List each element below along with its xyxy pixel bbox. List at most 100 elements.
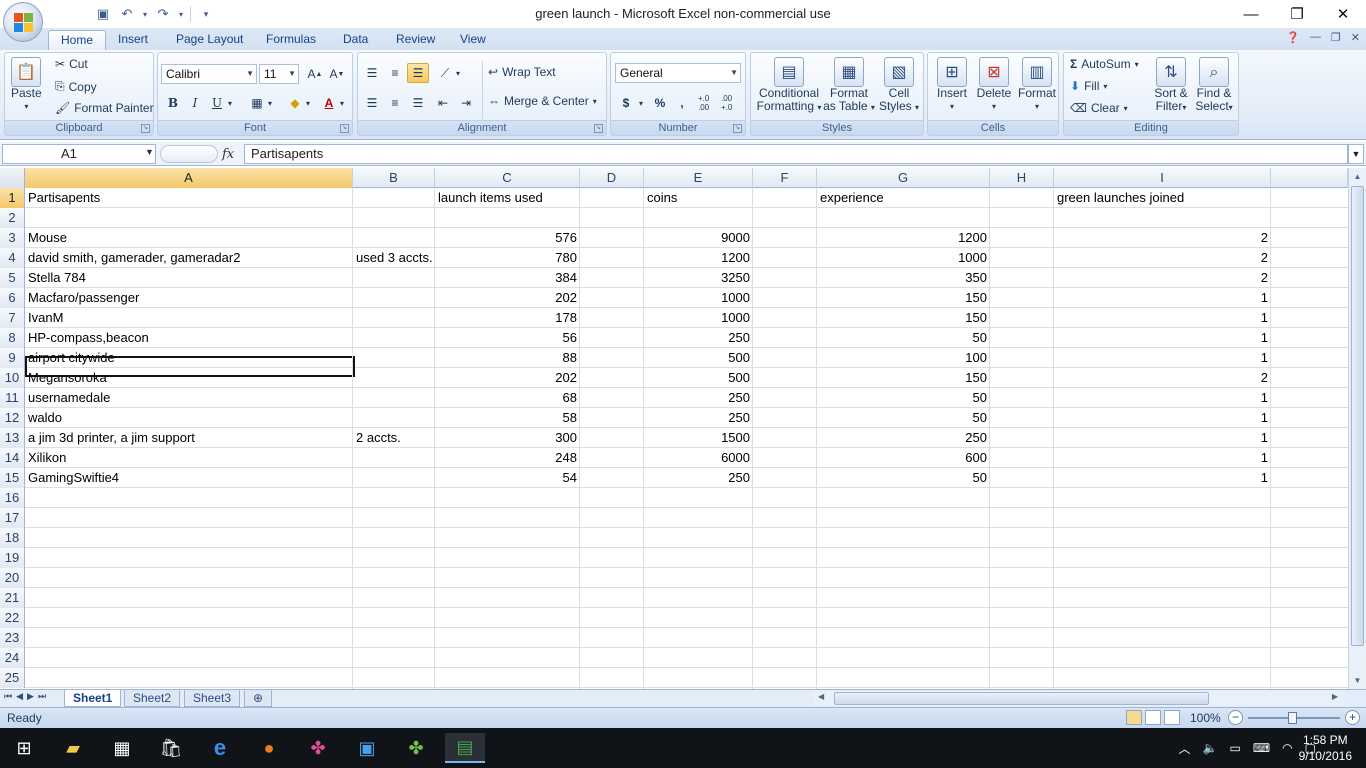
cell-a8[interactable]: HP-compass,beacon bbox=[25, 328, 353, 348]
cell-c1[interactable]: launch items used bbox=[435, 188, 580, 208]
fill-button[interactable]: ⬇ Fill ▾ bbox=[1070, 79, 1107, 93]
tab-data[interactable]: Data bbox=[331, 30, 380, 50]
cell-i6[interactable]: 1 bbox=[1054, 288, 1271, 308]
cell-c6[interactable]: 202 bbox=[435, 288, 580, 308]
fill-color-dropdown-icon[interactable]: ▾ bbox=[302, 93, 314, 113]
decrease-indent-icon[interactable]: ⇤ bbox=[432, 93, 454, 113]
borders-dropdown-icon[interactable]: ▾ bbox=[264, 93, 276, 113]
tab-view[interactable]: View bbox=[448, 30, 498, 50]
cell-e11[interactable]: 250 bbox=[644, 388, 753, 408]
cell-a11[interactable]: usernamedale bbox=[25, 388, 353, 408]
align-left-icon[interactable]: ☰ bbox=[361, 93, 383, 113]
zoom-in-icon[interactable]: + bbox=[1345, 710, 1360, 725]
cell-g14[interactable]: 600 bbox=[817, 448, 990, 468]
row-header[interactable]: 6 bbox=[0, 288, 25, 308]
cell-e3[interactable]: 9000 bbox=[644, 228, 753, 248]
cut-button[interactable]: ✂ Cut bbox=[55, 57, 88, 71]
scroll-right-icon[interactable]: ▶ bbox=[1332, 692, 1338, 701]
cell-a15[interactable]: GamingSwiftie4 bbox=[25, 468, 353, 488]
shrink-font-icon[interactable]: A ▼ bbox=[326, 64, 348, 84]
cell-a9[interactable]: airport citywide bbox=[25, 348, 353, 368]
cell-b10[interactable] bbox=[353, 368, 435, 388]
wifi-icon[interactable]: ◠ bbox=[1282, 741, 1292, 755]
zoom-out-icon[interactable]: − bbox=[1228, 710, 1243, 725]
cell-b12[interactable] bbox=[353, 408, 435, 428]
row-header[interactable]: 17 bbox=[0, 508, 25, 528]
cell-i2[interactable] bbox=[1054, 208, 1271, 228]
cell-g11[interactable]: 50 bbox=[817, 388, 990, 408]
row-header[interactable]: 15 bbox=[0, 468, 25, 488]
row-header[interactable]: 9 bbox=[0, 348, 25, 368]
show-hidden-icons-icon[interactable]: ︿ bbox=[1179, 740, 1191, 757]
cell-c9[interactable]: 88 bbox=[435, 348, 580, 368]
cell-e6[interactable]: 1000 bbox=[644, 288, 753, 308]
align-right-icon[interactable]: ☰ bbox=[407, 93, 429, 113]
cell-i3[interactable]: 2 bbox=[1054, 228, 1271, 248]
close-icon[interactable]: ✕ bbox=[1320, 0, 1366, 28]
format-as-table-button[interactable]: ▦ Format as Table ▾ bbox=[823, 57, 875, 114]
cell-i11[interactable]: 1 bbox=[1054, 388, 1271, 408]
horizontal-scroll-thumb[interactable] bbox=[834, 692, 1209, 705]
minimize-icon[interactable]: — bbox=[1228, 0, 1274, 28]
row-header[interactable]: 20 bbox=[0, 568, 25, 588]
cell-b4[interactable]: used 3 accts. bbox=[353, 248, 435, 268]
cell-c8[interactable]: 56 bbox=[435, 328, 580, 348]
format-painter-button[interactable]: 🖌 Format Painter bbox=[55, 101, 154, 115]
office-button[interactable] bbox=[3, 2, 43, 42]
align-bottom-icon[interactable]: ☰ bbox=[407, 63, 429, 83]
row-header[interactable]: 5 bbox=[0, 268, 25, 288]
align-top-icon[interactable]: ☰ bbox=[361, 63, 383, 83]
number-launcher-icon[interactable]: ↘ bbox=[733, 124, 742, 133]
cell-b5[interactable] bbox=[353, 268, 435, 288]
cell-a4[interactable]: david smith, gamerader, gameradar2 bbox=[25, 248, 353, 268]
row-header[interactable]: 21 bbox=[0, 588, 25, 608]
cell-e2[interactable] bbox=[644, 208, 753, 228]
delete-cells-button[interactable]: ⊠ Delete ▾ bbox=[974, 57, 1014, 113]
grow-font-icon[interactable]: A ▲ bbox=[304, 64, 326, 84]
cell-g5[interactable]: 350 bbox=[817, 268, 990, 288]
cell-a6[interactable]: Macfaro/passenger bbox=[25, 288, 353, 308]
cell-b14[interactable] bbox=[353, 448, 435, 468]
cell-e12[interactable]: 250 bbox=[644, 408, 753, 428]
alignment-launcher-icon[interactable]: ↘ bbox=[594, 124, 603, 133]
select-all-corner[interactable] bbox=[0, 168, 25, 188]
paste-button[interactable]: 📋 Paste ▾ bbox=[11, 57, 42, 113]
clipboard-launcher-icon[interactable]: ↘ bbox=[141, 124, 150, 133]
cell-i9[interactable]: 1 bbox=[1054, 348, 1271, 368]
scroll-up-icon[interactable]: ▲ bbox=[1349, 168, 1366, 185]
clear-button[interactable]: ⌫ Clear ▾ bbox=[1070, 101, 1128, 115]
cell-i13[interactable]: 1 bbox=[1054, 428, 1271, 448]
cell-c15[interactable]: 54 bbox=[435, 468, 580, 488]
insert-function-icon[interactable]: fx bbox=[222, 147, 234, 162]
formula-input[interactable]: Partisapents bbox=[244, 144, 1348, 164]
cell-b1[interactable] bbox=[353, 188, 435, 208]
tab-formulas[interactable]: Formulas bbox=[254, 30, 328, 50]
row-header[interactable]: 3 bbox=[0, 228, 25, 248]
zoom-slider-thumb[interactable] bbox=[1288, 712, 1297, 724]
cell-b7[interactable] bbox=[353, 308, 435, 328]
cell-b9[interactable] bbox=[353, 348, 435, 368]
cell-i8[interactable]: 1 bbox=[1054, 328, 1271, 348]
cell-a14[interactable]: Xilikon bbox=[25, 448, 353, 468]
pinwheel-app-2-icon[interactable]: ✤ bbox=[396, 733, 436, 763]
file-explorer-icon[interactable]: ▰ bbox=[53, 733, 93, 763]
cell-b2[interactable] bbox=[353, 208, 435, 228]
name-box[interactable]: A1 bbox=[2, 144, 156, 164]
windows-start-icon[interactable]: ⊞ bbox=[4, 733, 44, 763]
cell-e14[interactable]: 6000 bbox=[644, 448, 753, 468]
row-header[interactable]: 24 bbox=[0, 648, 25, 668]
font-color-dropdown-icon[interactable]: ▾ bbox=[336, 93, 348, 113]
cell-i5[interactable]: 2 bbox=[1054, 268, 1271, 288]
edge-icon[interactable]: e bbox=[200, 733, 240, 763]
name-box-dropdown-icon[interactable]: ▼ bbox=[145, 147, 154, 157]
cell-a12[interactable]: waldo bbox=[25, 408, 353, 428]
column-header-a[interactable]: A bbox=[25, 168, 353, 188]
taskbar-clock[interactable]: 1:58 PM 9/10/2016 bbox=[1299, 732, 1352, 764]
cell-e10[interactable]: 500 bbox=[644, 368, 753, 388]
vertical-scrollbar[interactable]: ▲ ▼ bbox=[1348, 168, 1366, 689]
number-format-select[interactable]: General ▼ bbox=[615, 63, 741, 83]
volume-icon[interactable]: 🔈 bbox=[1203, 741, 1218, 755]
font-size-select[interactable]: 11 ▼ bbox=[259, 64, 299, 84]
restore-icon[interactable]: ❐ bbox=[1274, 0, 1320, 28]
ribbon-close-icon[interactable]: ✕ bbox=[1351, 31, 1360, 44]
